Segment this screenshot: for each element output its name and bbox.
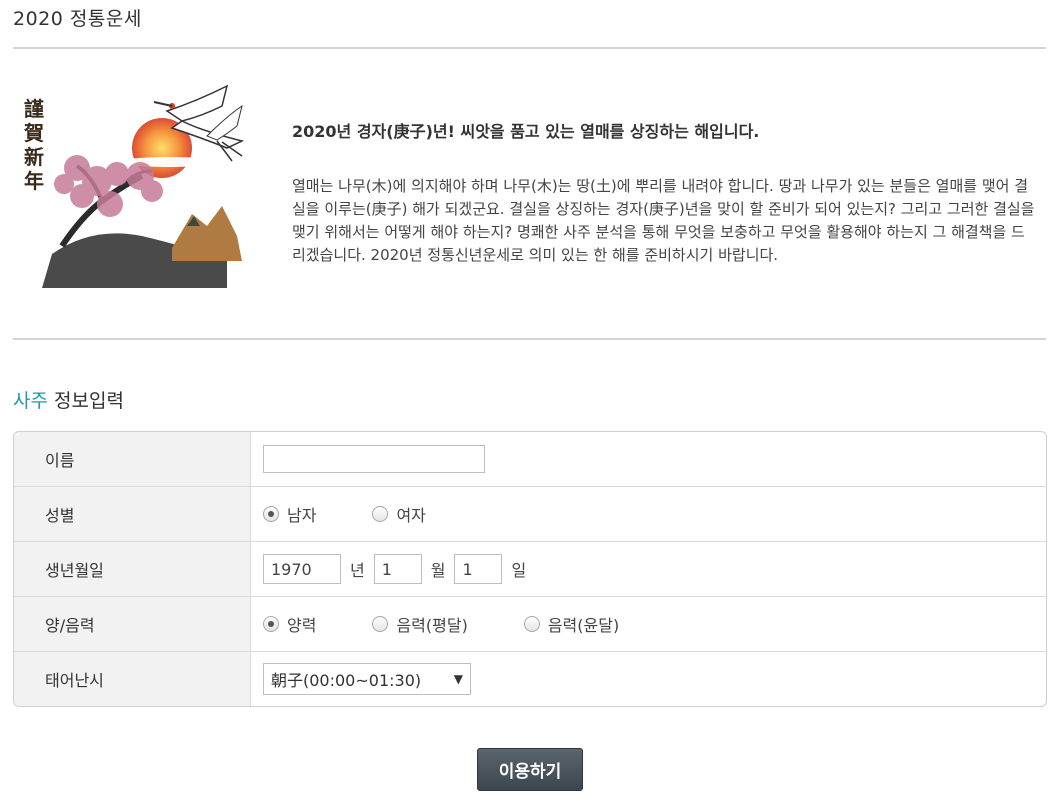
gender-female-label: 여자: [396, 506, 426, 525]
svg-text:年: 年: [24, 169, 44, 193]
intro-headline: 2020년 경자(庚子)년! 씨앗을 품고 있는 열매를 상징하는 해입니다.: [292, 122, 760, 141]
svg-text:新: 新: [24, 145, 44, 169]
svg-text:謹: 謹: [24, 97, 44, 121]
submit-button[interactable]: 이용하기: [477, 748, 583, 791]
top-divider: [13, 47, 1046, 49]
name-label: 이름: [14, 432, 251, 486]
page-title: 2020 정통운세: [13, 8, 142, 30]
birthtime-label: 태어난시: [14, 652, 251, 706]
birth-year-input[interactable]: 1970: [263, 554, 341, 584]
form-row-birthdate: 생년월일 1970 년 1 월 1 일: [14, 541, 1046, 596]
calendar-solar-label: 양력: [287, 616, 317, 635]
radio-checked-icon[interactable]: [263, 506, 279, 522]
gender-female-radio[interactable]: 여자: [372, 502, 426, 526]
intro-divider: [13, 338, 1046, 340]
gender-label: 성별: [14, 487, 251, 541]
birthtime-select[interactable]: 朝子(00:00~01:30) ▼: [263, 663, 471, 695]
intro-paragraph: 열매는 나무(木)에 의지해야 하며 나무(木)는 땅(土)에 뿌리를 내려야 …: [292, 177, 1035, 264]
section-title-text: 정보입력: [54, 390, 124, 412]
birth-month-input[interactable]: 1: [373, 554, 422, 584]
gender-male-radio[interactable]: 남자: [263, 502, 316, 526]
calendar-lunar-leap-radio[interactable]: 음력(윤달): [523, 612, 620, 636]
radio-unchecked-icon[interactable]: [372, 616, 389, 632]
month-unit: 월: [430, 561, 446, 580]
form-row-gender: 성별 남자 여자: [14, 486, 1046, 541]
dropdown-arrow-icon: ▼: [453, 672, 463, 686]
radio-unchecked-icon[interactable]: [372, 506, 389, 522]
calendar-solar-radio[interactable]: 양력: [263, 612, 316, 636]
birth-day-input[interactable]: 1: [454, 554, 503, 584]
radio-unchecked-icon[interactable]: [523, 616, 540, 632]
section-title-accent: 사주: [13, 390, 48, 412]
calendar-lunar-leap-label: 음력(윤달): [547, 616, 620, 635]
svg-text:賀: 賀: [23, 121, 44, 145]
calendar-lunar-regular-label: 음력(평달): [396, 616, 468, 635]
form-row-birthtime: 태어난시 朝子(00:00~01:30) ▼: [14, 651, 1046, 706]
birthdate-label: 생년월일: [14, 542, 251, 596]
day-unit: 일: [511, 561, 527, 580]
info-form: 이름 성별 남자 여자 생년월일 1970 년 1 월 1 일 양/음력 양력 …: [13, 431, 1047, 707]
form-row-calendar: 양/음력 양력 음력(평달) 음력(윤달): [14, 596, 1046, 651]
section-title: 사주 정보입력: [13, 386, 124, 413]
calendar-label: 양/음력: [14, 597, 251, 651]
form-row-name: 이름: [14, 432, 1046, 486]
name-input[interactable]: [263, 445, 485, 473]
new-year-illustration: 謹 賀 新 年: [23, 84, 245, 288]
radio-checked-icon[interactable]: [263, 616, 279, 632]
birthtime-selected-value: 朝子(00:00~01:30): [271, 671, 422, 690]
calendar-lunar-regular-radio[interactable]: 음력(평달): [372, 612, 468, 636]
gender-male-label: 남자: [287, 506, 317, 525]
year-unit: 년: [350, 561, 365, 580]
